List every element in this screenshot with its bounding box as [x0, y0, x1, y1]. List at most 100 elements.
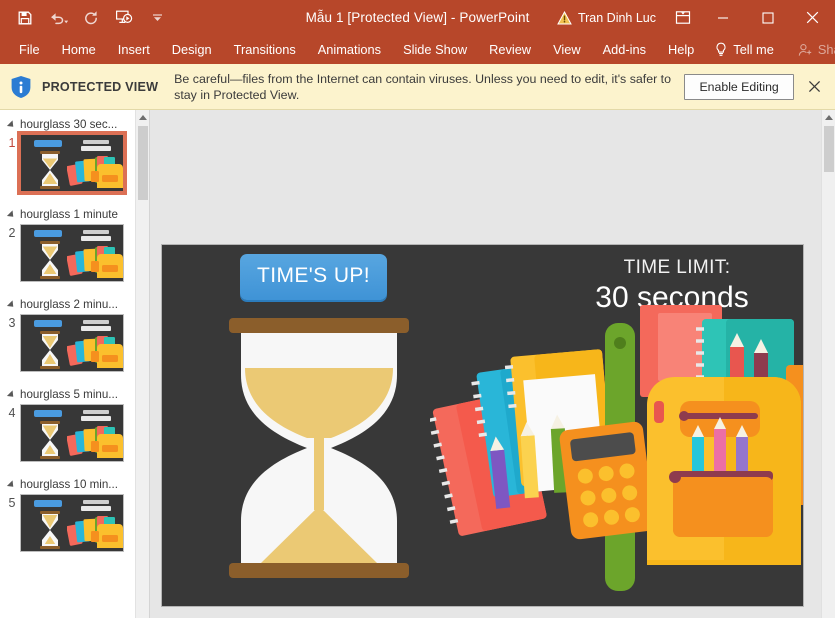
share-label: Share — [818, 35, 835, 64]
thumbnail-item[interactable]: 1 — [0, 134, 149, 204]
thumbnail-item[interactable]: 4 — [0, 404, 149, 474]
mini-hourglass-icon — [39, 511, 61, 549]
mini-hourglass-icon — [39, 241, 61, 279]
thumbnail-item[interactable]: 2 — [0, 224, 149, 294]
slide-editing-area[interactable]: TIME'S UP! TIME LIMIT: 30 seconds — [150, 110, 835, 618]
section-title: hourglass 2 minu... — [20, 298, 118, 311]
protected-view-label: PROTECTED VIEW — [42, 80, 158, 94]
thumbnail-preview — [21, 315, 123, 371]
tab-home[interactable]: Home — [51, 35, 107, 64]
collapse-triangle-icon[interactable] — [7, 390, 16, 399]
mini-time-limit-line — [83, 320, 109, 324]
start-from-beginning-icon[interactable] — [113, 7, 135, 29]
maximize-button[interactable] — [745, 0, 790, 35]
minimize-button[interactable] — [700, 0, 745, 35]
mini-times-up-badge — [34, 140, 62, 147]
redo-icon[interactable] — [80, 7, 102, 29]
tab-transitions[interactable]: Transitions — [223, 35, 307, 64]
collapse-triangle-icon[interactable] — [7, 480, 16, 489]
mini-times-up-badge — [34, 500, 62, 507]
tab-insert[interactable]: Insert — [107, 35, 161, 64]
main-body: hourglass 30 sec... 1 — [0, 110, 835, 618]
share-person-icon — [798, 43, 813, 57]
mini-times-up-badge — [34, 230, 62, 237]
mini-school-supplies-icon — [67, 335, 123, 371]
scrollbar-thumb[interactable] — [138, 126, 148, 200]
times-up-banner[interactable]: TIME'S UP! — [240, 254, 387, 300]
section-header[interactable]: hourglass 1 minute — [0, 204, 149, 224]
section-header[interactable]: hourglass 10 min... — [0, 474, 149, 494]
lightbulb-icon — [714, 42, 728, 57]
mini-time-value-line — [81, 236, 111, 241]
tab-help[interactable]: Help — [657, 35, 705, 64]
mini-hourglass-icon — [39, 331, 61, 369]
mini-times-up-badge — [34, 410, 62, 417]
thumbnail-preview — [21, 135, 123, 191]
mini-time-limit-line — [83, 500, 109, 504]
slide-thumbnail[interactable] — [20, 224, 124, 282]
mini-school-supplies-icon — [67, 245, 123, 281]
section-header[interactable]: hourglass 30 sec... — [0, 114, 149, 134]
warning-triangle-icon — [557, 11, 572, 25]
slide-thumbnail-pane[interactable]: hourglass 30 sec... 1 — [0, 110, 150, 618]
mini-hourglass-icon — [39, 421, 61, 459]
slide-thumbnail[interactable] — [20, 404, 124, 462]
customize-quick-access-toolbar-icon[interactable] — [146, 7, 168, 29]
share-button[interactable]: Share — [787, 35, 835, 64]
mini-time-value-line — [81, 506, 111, 511]
collapse-triangle-icon[interactable] — [7, 120, 16, 129]
protected-view-bar: PROTECTED VIEW Be careful—files from the… — [0, 64, 835, 110]
tab-design[interactable]: Design — [161, 35, 223, 64]
quick-access-toolbar — [0, 7, 168, 29]
tab-review[interactable]: Review — [478, 35, 542, 64]
slide-canvas[interactable]: TIME'S UP! TIME LIMIT: 30 seconds — [162, 245, 803, 606]
protected-view-message: Be careful—files from the Internet can c… — [174, 71, 684, 103]
mini-time-limit-line — [83, 140, 109, 144]
title-bar: Mẫu 1 [Protected View] - PowerPoint Tran… — [0, 0, 835, 35]
collapse-triangle-icon[interactable] — [7, 300, 16, 309]
slide-thumbnail[interactable] — [20, 494, 124, 552]
tab-slide-show[interactable]: Slide Show — [392, 35, 478, 64]
user-name: Tran Dinh Luc — [578, 11, 656, 25]
section-title: hourglass 10 min... — [20, 478, 118, 491]
section-title: hourglass 30 sec... — [20, 118, 117, 131]
tab-add-ins[interactable]: Add-ins — [592, 35, 657, 64]
section-title: hourglass 5 minu... — [20, 388, 118, 401]
scrollbar-thumb[interactable] — [824, 126, 834, 172]
scroll-up-arrow-icon[interactable] — [822, 110, 835, 124]
slide-number: 3 — [4, 314, 20, 330]
save-icon[interactable] — [14, 7, 36, 29]
undo-icon[interactable] — [47, 7, 69, 29]
section-header[interactable]: hourglass 2 minu... — [0, 294, 149, 314]
thumbnail-item[interactable]: 5 — [0, 494, 149, 564]
collapse-triangle-icon[interactable] — [7, 210, 16, 219]
scroll-up-arrow-icon[interactable] — [136, 110, 150, 124]
slide-thumbnail[interactable] — [20, 134, 124, 192]
close-protected-view-bar-icon[interactable] — [804, 74, 825, 100]
tab-animations[interactable]: Animations — [307, 35, 392, 64]
slide-number: 2 — [4, 224, 20, 240]
user-account[interactable]: Tran Dinh Luc — [553, 11, 666, 25]
ribbon-display-options-icon[interactable] — [666, 0, 700, 35]
info-shield-icon — [10, 75, 32, 99]
thumbnail-preview — [21, 225, 123, 281]
slide-thumbnail[interactable] — [20, 314, 124, 372]
mini-hourglass-icon — [39, 151, 61, 189]
thumbnail-item[interactable]: 3 — [0, 314, 149, 384]
mini-school-supplies-icon — [67, 155, 123, 191]
tab-view[interactable]: View — [542, 35, 592, 64]
hourglass-illustration — [229, 318, 409, 578]
mini-time-value-line — [81, 326, 111, 331]
tell-me-box[interactable]: Tell me — [705, 35, 785, 64]
enable-editing-button[interactable]: Enable Editing — [684, 74, 793, 100]
thumbnail-preview — [21, 405, 123, 461]
slide-number: 4 — [4, 404, 20, 420]
slide-number: 1 — [4, 134, 20, 150]
editor-vertical-scrollbar[interactable] — [821, 110, 835, 618]
tab-file[interactable]: File — [8, 35, 51, 64]
tell-me-label: Tell me — [733, 35, 774, 64]
section-title: hourglass 1 minute — [20, 208, 118, 221]
close-button[interactable] — [790, 0, 835, 35]
thumbnail-pane-scrollbar[interactable] — [135, 110, 149, 618]
section-header[interactable]: hourglass 5 minu... — [0, 384, 149, 404]
